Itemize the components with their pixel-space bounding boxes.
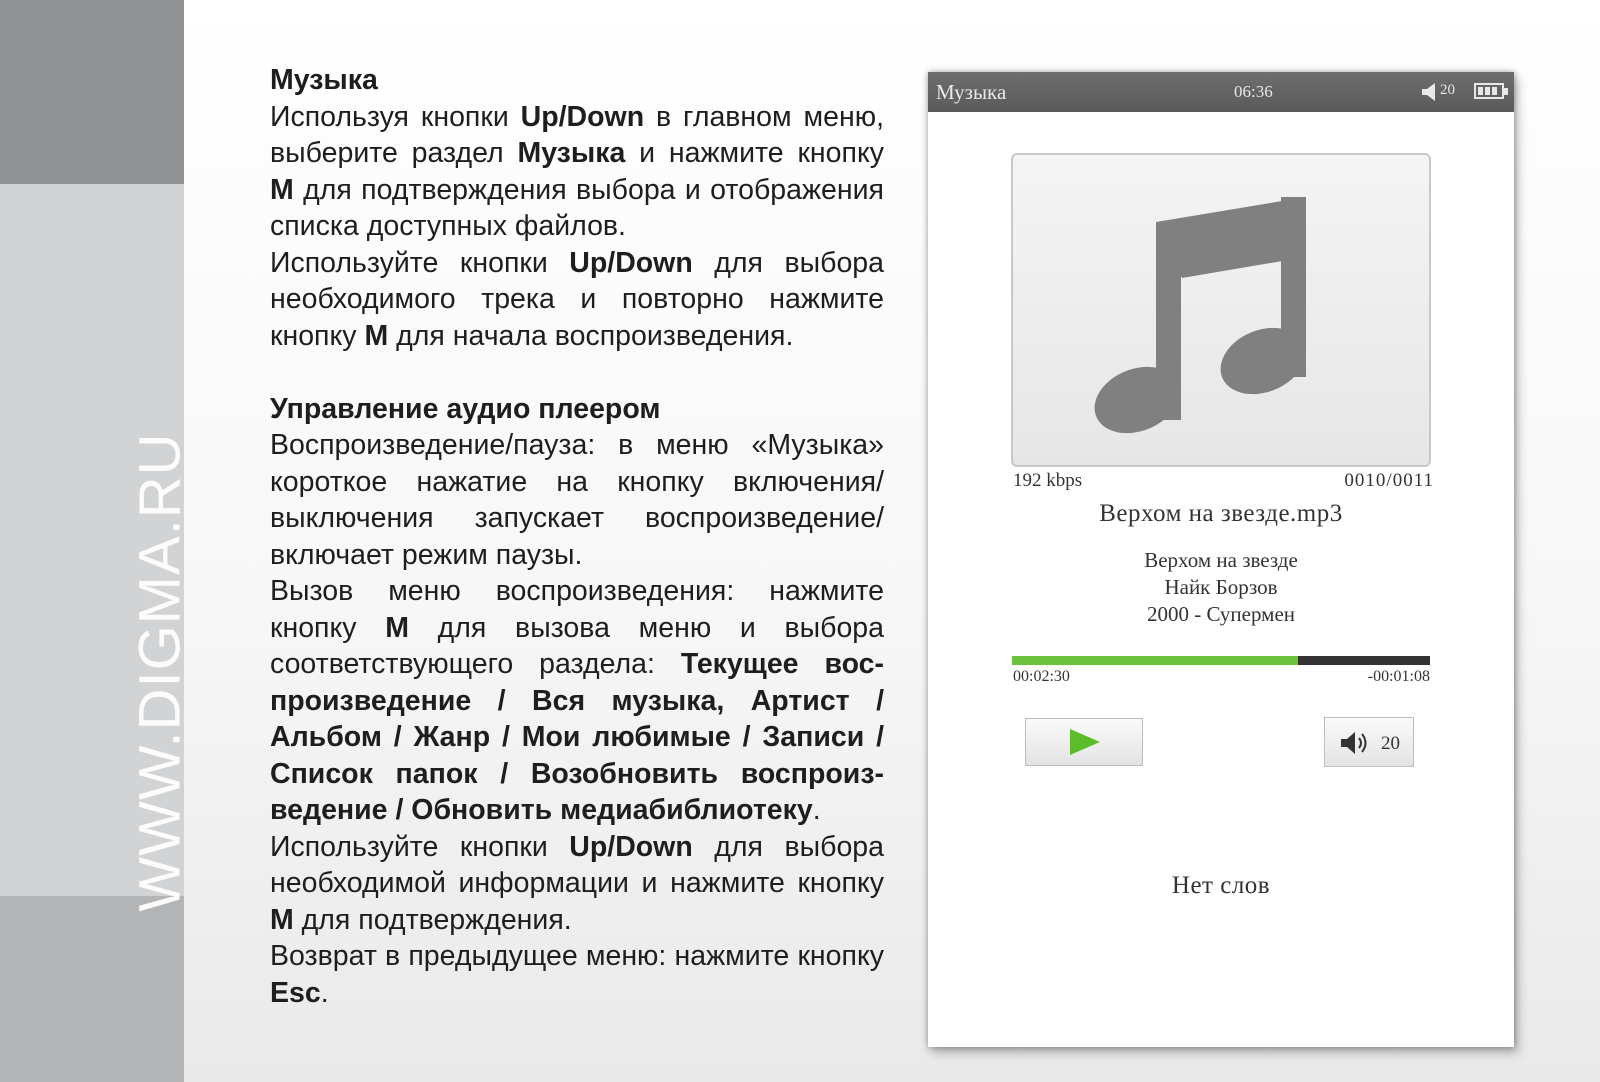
bold-term: M (270, 173, 294, 206)
paragraph: Используйте кнопки Up/Down для выбора не… (270, 245, 884, 355)
progress-bar[interactable] (1012, 656, 1430, 665)
volume-value: 20 (1381, 733, 1400, 754)
text-run: . (320, 976, 329, 1009)
sidebar-top-block (0, 0, 184, 184)
remaining-time: -00:01:08 (1367, 668, 1430, 685)
text-run: для подтверждения выбора и отображения с… (270, 173, 884, 243)
bold-term: Музыка (517, 137, 626, 169)
text-run: . (812, 794, 821, 826)
status-volume: 20 (1422, 81, 1462, 103)
text-run: Воспроизведение/пауза: в меню «Музыка» к… (270, 429, 884, 571)
text-run: Используя кнопки (270, 100, 521, 133)
elapsed-time: 00:02:30 (1013, 668, 1070, 685)
status-volume-level: 20 (1440, 82, 1455, 98)
text-run: Используйте кнопки (270, 246, 570, 279)
bitrate-label: 192 kbps (1013, 470, 1083, 491)
status-clock: 06:36 (1234, 82, 1273, 101)
song-album: 2000 - Супермен (1146, 602, 1296, 626)
status-bar: Музыка 06:36 20 (928, 72, 1514, 112)
lyrics-text: Нет слов (1171, 872, 1271, 899)
text-run: Возврат в предыдущее меню: нажмите кнопк… (270, 940, 884, 972)
section-title-music: Музыка (270, 64, 378, 96)
progress-fill (1012, 656, 1299, 665)
text-run: и нажмите кнопку (625, 137, 884, 169)
paragraph: Возврат в предыдущее меню: нажмите кнопк… (270, 938, 884, 1011)
bold-term: Up/Down (569, 246, 693, 279)
bold-term: M (270, 903, 294, 936)
paragraph: Вызов меню воспроизведения: нажмите кноп… (270, 573, 884, 829)
volume-button[interactable]: 20 (1324, 717, 1414, 767)
track-counter: 0010/0011 (1344, 470, 1434, 491)
text-run: Используйте кнопки (270, 830, 570, 863)
song-title: Верхом на звезде (1144, 548, 1298, 572)
play-button[interactable] (1025, 718, 1143, 766)
paragraph: Используя кнопки Up/Down в главном меню,… (270, 99, 884, 245)
bold-term: M (385, 611, 409, 644)
bold-term: M (364, 319, 389, 352)
play-icon (1070, 729, 1100, 755)
track-filename: Верхом на звезде.mp3 (1099, 500, 1343, 527)
section-title-player-control: Управление аудио плеером (270, 392, 661, 425)
song-artist: Найк Борзов (1164, 575, 1278, 599)
text-run: для подтверждения. (293, 903, 572, 936)
text-run: для начала воспроизведения. (388, 319, 794, 352)
sidebar-bottom-block (0, 896, 184, 1082)
album-art (1011, 153, 1431, 467)
player-screenshot: Музыка 06:36 20 192 kbps 0010/0011 Верхо… (928, 72, 1514, 1047)
watermark-url: WWW.DIGMA.RU (127, 432, 193, 912)
bold-term: Up/Down (520, 100, 645, 133)
sidebar-band: WWW.DIGMA.RU (0, 0, 193, 1082)
bold-term: Up/Down (569, 830, 693, 863)
speaker-icon (1341, 732, 1367, 754)
speaker-icon (1422, 83, 1435, 101)
battery-icon (1474, 83, 1508, 99)
status-title: Музыка (936, 80, 1007, 104)
manual-text: Музыка Используя кнопки Up/Down в главно… (270, 62, 884, 1011)
music-note-icon (1094, 197, 1306, 434)
paragraph: Используйте кнопки Up/Down для выбора не… (270, 829, 884, 939)
bold-term: Esc (270, 976, 321, 1009)
paragraph: Воспроизведение/пауза: в меню «Музыка» к… (270, 427, 884, 573)
